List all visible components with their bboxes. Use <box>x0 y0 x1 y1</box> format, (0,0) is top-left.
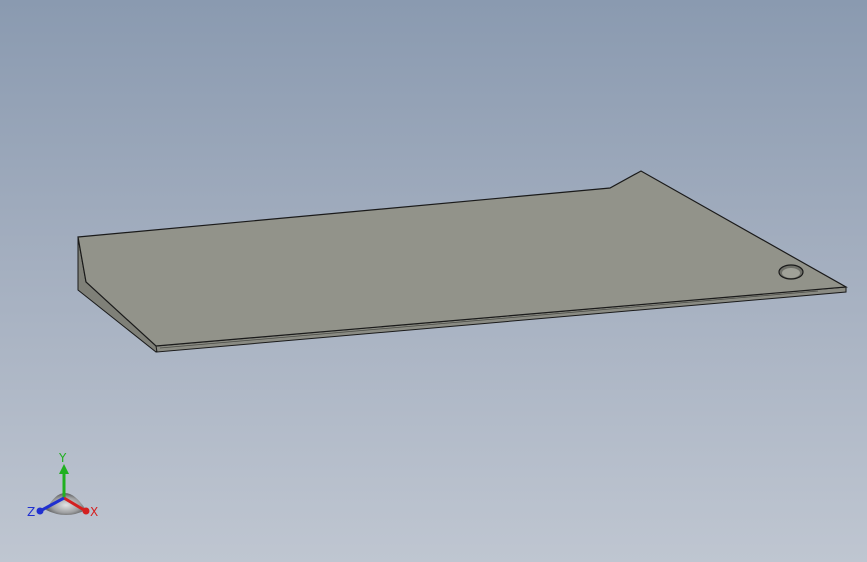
y-axis-label: Y <box>58 451 67 465</box>
graphics-viewport[interactable]: Y X Z <box>0 0 867 562</box>
plate-top-face[interactable] <box>77 170 848 347</box>
x-axis-label: X <box>90 505 98 519</box>
circular-hole-inner <box>782 268 800 278</box>
z-axis-arrow-icon <box>36 507 44 515</box>
z-axis-label: Z <box>27 505 35 519</box>
coordinate-triad: Y X Z <box>27 451 98 519</box>
x-axis-arrow-icon <box>82 507 90 515</box>
y-axis-arrow-icon <box>59 464 69 474</box>
model-view[interactable] <box>0 0 867 562</box>
